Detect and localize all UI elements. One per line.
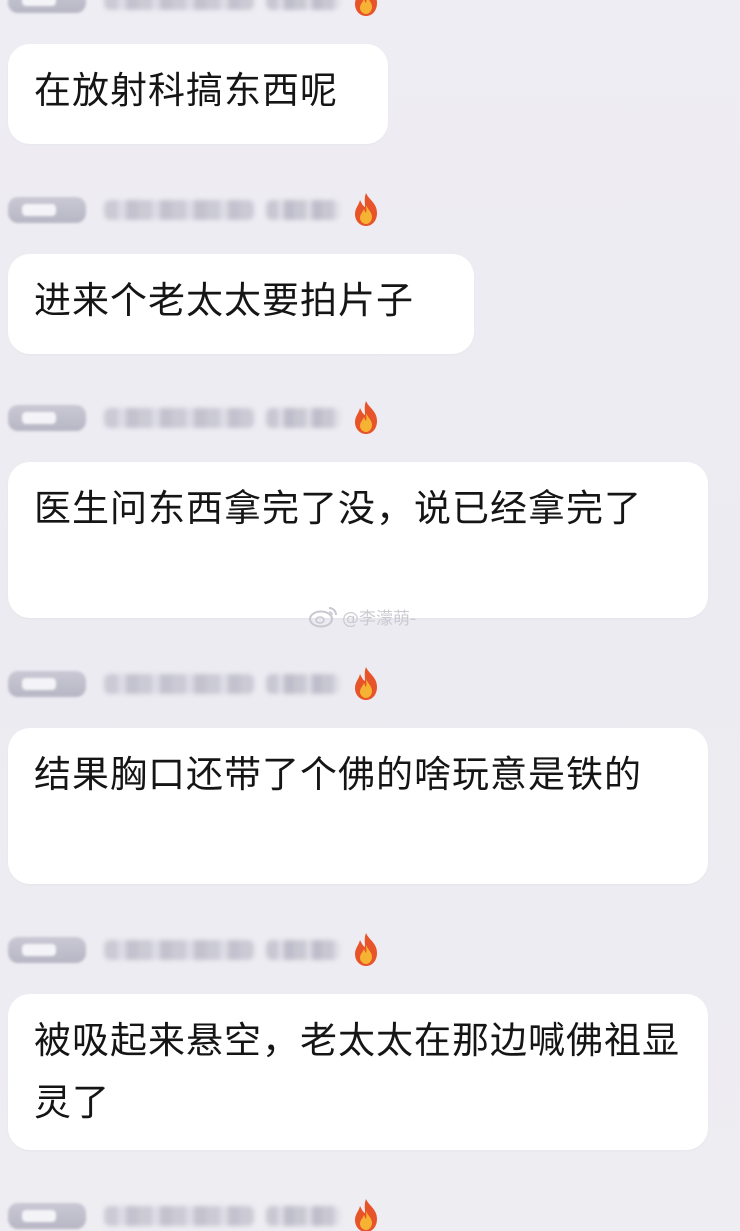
blurred-username [104,408,254,428]
blurred-username [104,0,254,10]
sender-header [8,188,408,228]
message-bubble[interactable]: 结果胸口还带了个佛的啥玩意是铁的 [8,728,708,884]
blurred-username-suffix [266,1206,340,1226]
blurred-username-suffix [266,674,340,694]
blurred-username-suffix [266,408,340,428]
fire-icon [355,933,377,966]
level-badge [8,0,86,13]
blurred-username-suffix [266,940,340,960]
sender-header [8,928,408,968]
level-badge [8,671,86,697]
blurred-username [104,674,254,694]
sender-header [8,1194,408,1231]
fire-icon [355,193,377,226]
weibo-icon [309,607,337,628]
message-bubble[interactable]: 在放射科搞东西呢 [8,44,388,144]
blurred-username-suffix [266,200,340,220]
message-bubble[interactable]: 被吸起来悬空，老太太在那边喊佛祖显灵了 [8,994,708,1150]
watermark: @李濛萌- [308,601,416,631]
level-badge [8,1203,86,1229]
level-badge [8,937,86,963]
blurred-username-suffix [266,0,340,10]
sender-header [8,0,408,18]
blurred-username [104,200,254,220]
fire-icon [355,0,377,16]
fire-icon [355,401,377,434]
fire-icon [355,1199,377,1231]
sender-header [8,396,408,436]
watermark-text: @李濛萌- [342,608,417,629]
level-badge [8,405,86,431]
message-bubble[interactable]: 医生问东西拿完了没，说已经拿完了 [8,462,708,618]
blurred-username [104,940,254,960]
chat-screen: 在放射科搞东西呢 进来个老太太要拍片子 医生问东西拿完了没，说已经拿完了 @李濛… [0,0,740,1231]
fire-icon [355,667,377,700]
message-bubble[interactable]: 进来个老太太要拍片子 [8,254,474,354]
blurred-username [104,1206,254,1226]
sender-header [8,662,408,702]
level-badge [8,197,86,223]
